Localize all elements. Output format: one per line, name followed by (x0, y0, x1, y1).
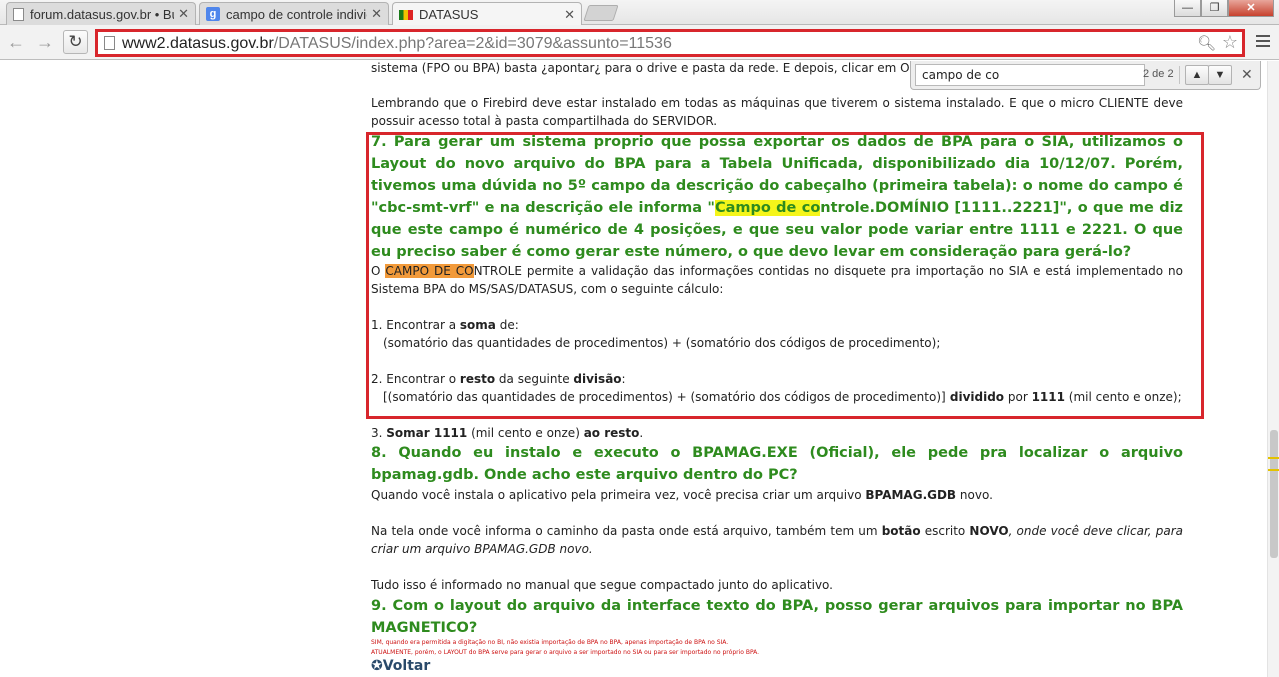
minimize-button[interactable]: — (1174, 0, 1201, 17)
find-bar: 2 de 2 ▲ ▼ ✕ (910, 61, 1261, 90)
step-3: 3. Somar 1111 (mil cento e onze) ao rest… (371, 424, 1183, 442)
answer-8-bold-file: BPAMAG.GDB (865, 488, 957, 502)
back-button[interactable]: ← (4, 31, 28, 53)
find-match-active-highlight: CAMPO DE CO (385, 264, 474, 278)
answer-8-line-1: Quando você instala o aplicativo pela pr… (371, 486, 1183, 504)
tab-datasus[interactable]: DATASUS ✕ (392, 2, 582, 26)
step-2-por: por (1004, 390, 1032, 404)
answer-8-line-3: Tudo isso é informado no manual que segu… (371, 578, 833, 592)
step-1-text-end: de: (495, 318, 519, 332)
answer-8-text: Quando você instala o aplicativo pela pr… (371, 488, 866, 502)
bookmark-star-icon[interactable]: ☆ (1222, 32, 1238, 53)
find-next-button[interactable]: ▼ (1208, 65, 1232, 85)
tab-google-search[interactable]: g campo de controle indivic ✕ (199, 2, 389, 25)
step-2-bold-resto: resto (459, 372, 496, 386)
page-scrollbar[interactable] (1267, 61, 1279, 677)
hamburger-menu-icon[interactable] (1256, 35, 1270, 50)
url-text[interactable]: www2.datasus.gov.br/DATASUS/index.php?ar… (122, 34, 672, 53)
flag-icon (399, 9, 413, 20)
step-2-detail: [(somatório das quantidades de procedime… (383, 388, 1183, 406)
question-7: 7. Para gerar um sistema proprio que pos… (371, 131, 1183, 263)
step-2-bold-divisao: divisão (573, 372, 622, 386)
step-2: 2. Encontrar o resto da seguinte divisão… (371, 370, 1183, 388)
close-icon[interactable]: ✕ (564, 7, 575, 23)
window-close-button[interactable]: ✕ (1228, 0, 1274, 17)
step-3-bold-resto: ao resto (583, 426, 640, 440)
back-circle-icon: ✪ (371, 658, 383, 674)
close-icon[interactable]: ✕ (371, 6, 382, 22)
page-viewport: sistema (FPO ou BPA) basta ¿apontar¿ par… (0, 61, 1267, 677)
answer-7-text: NTROLE permite a validação das informaçõ… (371, 264, 1183, 296)
step-3-period: . (639, 426, 644, 440)
close-icon[interactable]: ✕ (178, 6, 189, 22)
find-close-icon[interactable]: ✕ (1241, 66, 1253, 83)
step-3-text: (mil cento e onze) (467, 426, 584, 440)
find-match-count: 2 de 2 (1143, 68, 1174, 80)
step-2-colon: : (621, 372, 626, 386)
answer-8-text-end: novo. (956, 488, 993, 502)
forward-button[interactable]: → (33, 31, 57, 53)
tab-forum[interactable]: forum.datasus.gov.br • Bu ✕ (6, 2, 196, 25)
step-1: 1. Encontrar a soma de: (371, 316, 1183, 334)
tab-strip: forum.datasus.gov.br • Bu ✕ g campo de c… (0, 0, 1279, 26)
maximize-button[interactable]: ❐ (1201, 0, 1228, 17)
google-icon: g (206, 7, 220, 21)
answer-9-line-1: SIM, quando era permitida a digitação no… (371, 639, 729, 646)
step-2-formula: [(somatório das quantidades de procedime… (383, 390, 946, 404)
reload-button[interactable]: ↻ (63, 30, 88, 54)
tab-title: DATASUS (419, 7, 479, 22)
page-icon (104, 36, 115, 50)
find-previous-button[interactable]: ▲ (1185, 65, 1209, 85)
browser-toolbar: ← → ↻ www2.datasus.gov.br/DATASUS/index.… (0, 25, 1279, 60)
find-match-highlight: Campo de co (714, 200, 821, 216)
answer-9-line-2: ATUALMENTE, porém, o LAYOUT do BPA serve… (371, 649, 760, 656)
answer-8-2-bold-botao: botão (881, 524, 921, 538)
doc-icon (13, 7, 24, 21)
step-2-text-mid: da seguinte (495, 372, 574, 386)
answer-8-line-2: Na tela onde você informa o caminho da p… (371, 522, 1183, 558)
find-match-marker (1268, 457, 1279, 459)
step-3-num: 3. (371, 426, 387, 440)
answer-7-prefix: O (371, 264, 386, 278)
zoom-icon[interactable]: 🔍︎ (1197, 34, 1216, 52)
find-input[interactable] (915, 64, 1145, 86)
step-2-bold-dividido: dividido (945, 390, 1005, 404)
url-host: www2.datasus.gov.br (122, 35, 274, 52)
step-1-bold: soma (459, 318, 496, 332)
step-1-text: 1. Encontrar a (371, 318, 460, 332)
step-1-detail: (somatório das quantidades de procedimen… (383, 336, 941, 350)
answer-7: O CAMPO DE CONTROLE permite a validação … (371, 262, 1183, 298)
paragraph-firebird: Lembrando que o Firebird deve estar inst… (371, 96, 1183, 128)
answer-8-2-text-mid: escrito (920, 524, 970, 538)
tab-title: forum.datasus.gov.br • Bu (30, 6, 175, 22)
question-9: 9. Com o layout do arquivo da interface … (371, 598, 1183, 636)
voltar-label: Voltar (382, 658, 431, 674)
new-tab-button[interactable] (583, 5, 619, 21)
step-2-end: (mil cento e onze); (1064, 390, 1182, 404)
address-bar[interactable]: www2.datasus.gov.br/DATASUS/index.php?ar… (95, 29, 1245, 57)
tab-title: campo de controle indivic (226, 6, 368, 22)
scrollbar-thumb[interactable] (1270, 430, 1278, 558)
find-match-marker (1268, 469, 1279, 471)
voltar-link[interactable]: ✪Voltar (371, 658, 430, 674)
answer-8-2-text: Na tela onde você informa o caminho da p… (371, 524, 882, 538)
step-3-bold-somar: Somar 1111 (386, 426, 468, 440)
step-2-bold-1111: 1111 (1031, 390, 1065, 404)
answer-8-2-bold-novo: NOVO (969, 524, 1009, 538)
step-2-text: 2. Encontrar o (371, 372, 460, 386)
url-path: /DATASUS/index.php?area=2&id=3079&assunt… (273, 35, 672, 52)
question-8: 8. Quando eu instalo e executo o BPAMAG.… (371, 445, 1183, 483)
find-separator (1179, 66, 1180, 84)
